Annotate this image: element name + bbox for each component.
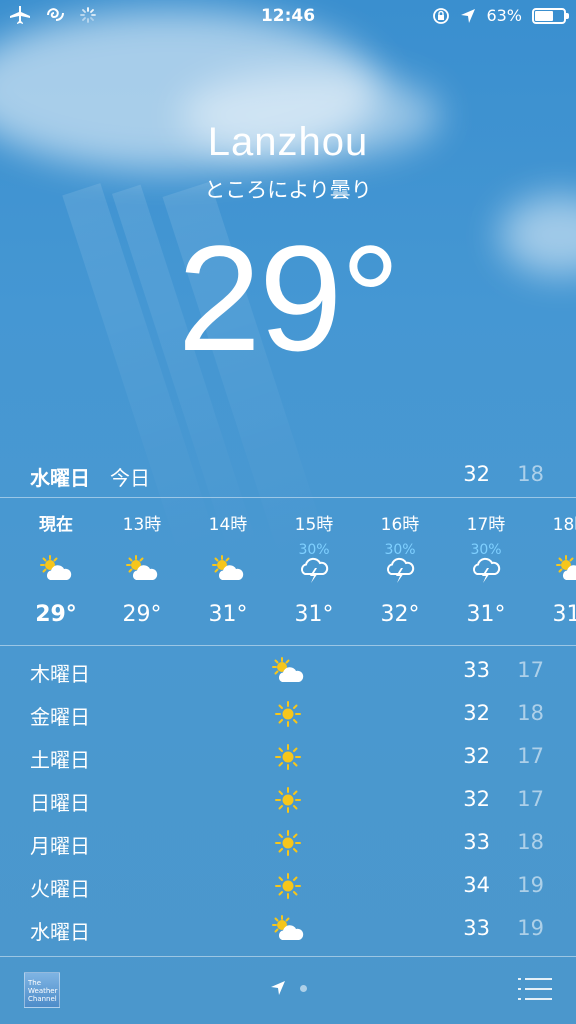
partly-cloudy-icon bbox=[38, 554, 74, 584]
hourly-item: 14時 31° bbox=[185, 498, 271, 644]
day-high: 34 bbox=[463, 873, 490, 897]
hourly-item: 現在 29° bbox=[13, 498, 99, 644]
location-arrow-icon bbox=[270, 981, 285, 995]
day-low: 19 bbox=[517, 873, 544, 897]
partly-cloudy-icon bbox=[270, 656, 306, 686]
day-low: 17 bbox=[517, 658, 544, 682]
page-indicator[interactable] bbox=[0, 980, 576, 996]
hour-temperature: 31° bbox=[466, 602, 506, 627]
today-summary: 水曜日 今日 32 18 bbox=[0, 456, 576, 496]
day-low: 19 bbox=[517, 916, 544, 940]
day-low: 17 bbox=[517, 787, 544, 811]
battery-percent: 63% bbox=[486, 6, 522, 25]
day-name: 日曜日 bbox=[30, 791, 90, 815]
hourly-item: 16時 30% 32° bbox=[357, 498, 443, 644]
divider bbox=[0, 956, 576, 957]
partly-cloudy-icon bbox=[270, 914, 306, 944]
hour-label: 14時 bbox=[208, 515, 248, 535]
hour-label: 13時 bbox=[122, 515, 162, 535]
current-condition: ところにより曇り bbox=[204, 178, 372, 202]
today-low: 18 bbox=[517, 462, 544, 486]
hour-label: 現在 bbox=[39, 515, 73, 535]
day-name: 木曜日 bbox=[30, 662, 90, 686]
thunderstorm-icon bbox=[468, 554, 504, 584]
daily-row: 木曜日 33 17 bbox=[0, 650, 576, 693]
sun-icon bbox=[270, 742, 306, 772]
day-name: 火曜日 bbox=[30, 877, 90, 901]
daily-row: 日曜日 32 17 bbox=[0, 779, 576, 822]
sun-icon bbox=[270, 785, 306, 815]
hour-label: 15時 bbox=[294, 515, 334, 535]
battery-icon bbox=[532, 7, 569, 24]
hourly-item: 18時 31° bbox=[529, 498, 576, 644]
day-high: 33 bbox=[463, 916, 490, 940]
day-name: 月曜日 bbox=[30, 834, 90, 858]
day-high: 32 bbox=[463, 701, 490, 725]
hour-temperature: 32° bbox=[380, 602, 420, 627]
day-low: 18 bbox=[517, 830, 544, 854]
hour-label: 16時 bbox=[380, 515, 420, 535]
bottom-bar: The Weather Channel bbox=[0, 958, 576, 1024]
day-high: 32 bbox=[463, 787, 490, 811]
list-icon[interactable] bbox=[518, 976, 552, 1002]
daily-row: 月曜日 33 18 bbox=[0, 822, 576, 865]
hour-temperature: 31° bbox=[294, 602, 334, 627]
daily-forecast[interactable]: 木曜日 33 17 金曜日 32 18 土曜日 32 17 日曜日 32 17 … bbox=[0, 650, 576, 951]
partly-cloudy-icon bbox=[124, 554, 160, 584]
city-name: Lanzhou bbox=[207, 120, 369, 164]
daily-row: 金曜日 32 18 bbox=[0, 693, 576, 736]
hour-label: 18時 bbox=[552, 515, 576, 535]
current-temperature: 29° bbox=[177, 214, 401, 382]
day-name: 土曜日 bbox=[30, 748, 90, 772]
day-high: 32 bbox=[463, 744, 490, 768]
divider bbox=[0, 645, 576, 646]
hour-temperature: 31° bbox=[552, 602, 576, 627]
sun-icon bbox=[270, 828, 306, 858]
today-high: 32 bbox=[463, 462, 490, 486]
daily-row: 水曜日 33 19 bbox=[0, 908, 576, 951]
day-high: 33 bbox=[463, 830, 490, 854]
day-name: 水曜日 bbox=[30, 920, 90, 944]
thunderstorm-icon bbox=[296, 554, 332, 584]
hour-temperature: 29° bbox=[122, 602, 162, 627]
partly-cloudy-icon bbox=[554, 554, 576, 584]
thunderstorm-icon bbox=[382, 554, 418, 584]
rotation-lock-icon bbox=[433, 7, 450, 24]
partly-cloudy-icon bbox=[210, 554, 246, 584]
hourly-forecast[interactable]: 現在 29° 13時 29° 14時 31° 15時 30% 31° 16時 3… bbox=[0, 498, 576, 644]
hourly-item: 13時 29° bbox=[99, 498, 185, 644]
day-name: 金曜日 bbox=[30, 705, 90, 729]
day-high: 33 bbox=[463, 658, 490, 682]
location-arrow-icon bbox=[461, 8, 476, 23]
day-low: 18 bbox=[517, 701, 544, 725]
daily-row: 火曜日 34 19 bbox=[0, 865, 576, 908]
hourly-item: 17時 30% 31° bbox=[443, 498, 529, 644]
day-low: 17 bbox=[517, 744, 544, 768]
daily-row: 土曜日 32 17 bbox=[0, 736, 576, 779]
hour-temperature: 29° bbox=[35, 602, 77, 627]
page-dot-icon bbox=[299, 984, 307, 992]
status-bar: 12:46 63% bbox=[0, 0, 576, 34]
sun-icon bbox=[270, 699, 306, 729]
hour-label: 17時 bbox=[466, 515, 506, 535]
today-day: 水曜日 bbox=[30, 466, 90, 490]
today-label: 今日 bbox=[110, 466, 150, 490]
hourly-item: 15時 30% 31° bbox=[271, 498, 357, 644]
sun-icon bbox=[270, 871, 306, 901]
hour-temperature: 31° bbox=[208, 602, 248, 627]
